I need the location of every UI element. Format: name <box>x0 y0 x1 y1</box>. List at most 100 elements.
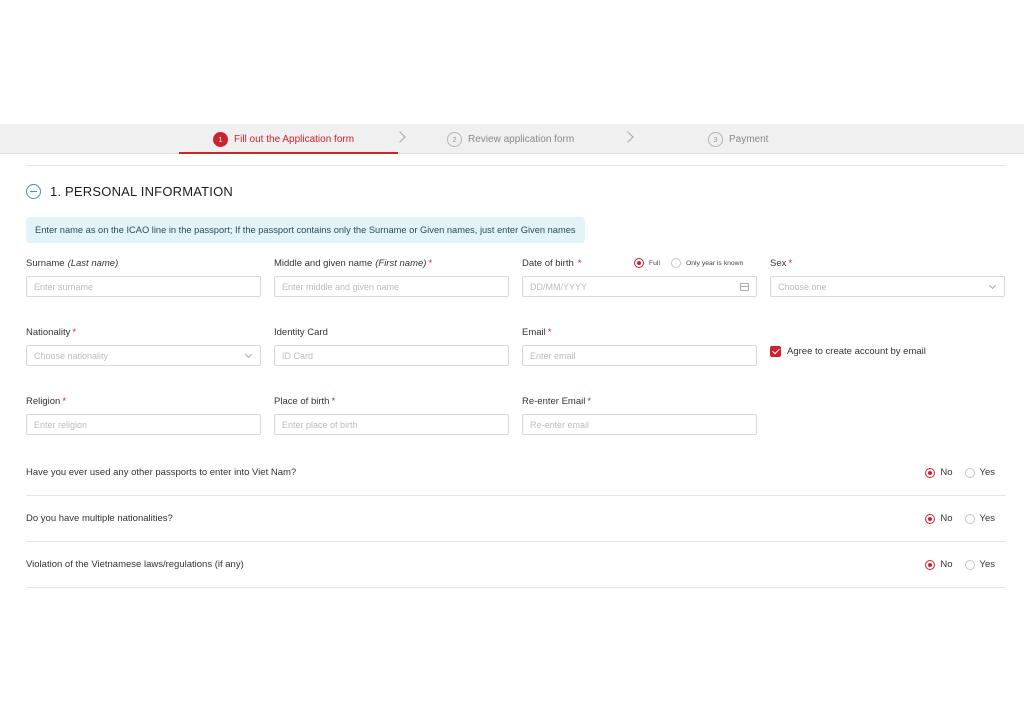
minus-circle-icon[interactable] <box>26 184 41 199</box>
question-text: Violation of the Vietnamese laws/regulat… <box>26 559 244 570</box>
question-law-violation: Violation of the Vietnamese laws/regulat… <box>26 542 1006 588</box>
email-label: Email * <box>522 325 757 339</box>
yes-radio[interactable]: Yes <box>964 467 996 478</box>
yes-radio[interactable]: Yes <box>964 559 996 570</box>
nationality-select[interactable]: Choose nationality <box>26 345 261 366</box>
step-payment[interactable]: 3 Payment <box>708 124 768 154</box>
identity-card-label: Identity Card <box>274 325 509 339</box>
place-of-birth-label: Place of birth * <box>274 394 509 408</box>
question-text: Have you ever used any other passports t… <box>26 467 297 478</box>
stepper: 1 Fill out the Application form 2 Review… <box>0 124 1024 154</box>
chevron-down-icon <box>244 350 253 358</box>
radio-icon <box>964 467 975 478</box>
agree-create-account-checkbox[interactable]: Agree to create account by email <box>770 346 926 357</box>
religion-label: Religion * <box>26 394 261 408</box>
no-radio[interactable]: No <box>925 513 953 524</box>
date-of-birth-input[interactable]: DD/MM/YYYY <box>522 276 757 297</box>
radio-icon <box>925 467 936 478</box>
placeholder: Enter religion <box>34 419 88 430</box>
label-text: Middle and given name <box>274 257 373 269</box>
required-marker: * <box>62 395 67 407</box>
identity-card-input[interactable]: ID Card <box>274 345 509 366</box>
religion-input[interactable]: Enter religion <box>26 414 261 435</box>
question-multiple-nationalities: Do you have multiple nationalities? No Y… <box>26 496 1006 542</box>
nationality-field: Nationality * Choose nationality <box>26 325 261 366</box>
section-title: 1. PERSONAL INFORMATION <box>50 184 234 199</box>
option-label: No <box>940 467 953 478</box>
placeholder: Choose one <box>778 281 827 292</box>
required-marker: * <box>788 257 793 269</box>
info-notice: Enter name as on the ICAO line in the pa… <box>26 217 585 243</box>
label-text: Identity Card <box>274 326 328 338</box>
no-radio[interactable]: No <box>925 467 953 478</box>
radio-icon <box>634 258 644 268</box>
option-label: Full <box>649 259 660 267</box>
checkbox-checked-icon <box>770 346 781 357</box>
chevron-right-icon <box>622 131 634 143</box>
placeholder: Enter email <box>530 350 576 361</box>
label-text: Religion <box>26 395 61 407</box>
option-label: No <box>940 513 953 524</box>
question-other-passports: Have you ever used any other passports t… <box>26 450 1006 496</box>
step-review[interactable]: 2 Review application form <box>447 124 574 154</box>
sex-label: Sex * <box>770 256 1005 270</box>
given-name-input[interactable]: Enter middle and given name <box>274 276 509 297</box>
option-label: Only year is known <box>685 259 744 267</box>
surname-input[interactable]: Enter surname <box>26 276 261 297</box>
reenter-email-field: Re-enter Email * Re-enter email <box>522 394 757 435</box>
step-label: Fill out the Application form <box>234 133 355 145</box>
step-number: 1 <box>213 131 228 147</box>
email-input[interactable]: Enter email <box>522 345 757 366</box>
placeholder: Enter surname <box>34 281 94 292</box>
date-of-birth-field: Date of birth * Full Only year is known D… <box>522 256 757 297</box>
radio-icon <box>964 513 975 524</box>
chevron-down-icon <box>988 281 997 289</box>
option-label: Yes <box>979 513 996 524</box>
reenter-email-input[interactable]: Re-enter email <box>522 414 757 435</box>
question-text: Do you have multiple nationalities? <box>26 513 173 524</box>
option-label: No <box>940 559 953 570</box>
label-text: Place of birth <box>274 395 330 407</box>
checkbox-label: Agree to create account by email <box>787 346 926 357</box>
surname-label: Surname (Last name) <box>26 256 261 270</box>
active-step-indicator <box>179 152 398 154</box>
radio-icon <box>925 513 936 524</box>
required-marker: * <box>72 326 77 338</box>
required-marker: * <box>428 257 433 269</box>
question-options: No Yes <box>913 559 1006 570</box>
religion-field: Religion * Enter religion <box>26 394 261 435</box>
yes-radio[interactable]: Yes <box>964 513 996 524</box>
surname-field: Surname (Last name) Enter surname <box>26 256 261 297</box>
label-text: Re-enter Email <box>522 395 586 407</box>
sex-select[interactable]: Choose one <box>770 276 1005 297</box>
required-marker: * <box>577 257 582 269</box>
reenter-email-label: Re-enter Email * <box>522 394 757 408</box>
placeholder: ID Card <box>282 350 314 361</box>
dob-type-options: Full Only year is known <box>634 256 754 270</box>
step-number: 3 <box>708 131 723 147</box>
identity-card-field: Identity Card ID Card <box>274 325 509 366</box>
question-options: No Yes <box>913 467 1006 478</box>
place-of-birth-input[interactable]: Enter place of birth <box>274 414 509 435</box>
nationality-label: Nationality * <box>26 325 261 339</box>
placeholder: Enter middle and given name <box>282 281 400 292</box>
label-text: Sex <box>770 257 787 269</box>
option-label: Yes <box>979 467 996 478</box>
dob-full-radio[interactable]: Full <box>634 258 660 268</box>
place-of-birth-field: Place of birth * Enter place of birth <box>274 394 509 435</box>
step-label: Payment <box>729 133 769 145</box>
radio-icon <box>964 559 975 570</box>
label-text: Date of birth <box>522 257 574 269</box>
given-name-field: Middle and given name (First name) * Enter… <box>274 256 509 297</box>
calendar-icon[interactable] <box>740 282 749 291</box>
divider <box>26 165 1006 166</box>
required-marker: * <box>331 395 336 407</box>
chevron-right-icon <box>394 131 406 143</box>
given-name-label: Middle and given name (First name) * <box>274 256 509 270</box>
option-label: Yes <box>979 559 996 570</box>
no-radio[interactable]: No <box>925 559 953 570</box>
dob-year-only-radio[interactable]: Only year is known <box>670 258 744 268</box>
radio-icon <box>670 258 681 268</box>
step-fill-form[interactable]: 1 Fill out the Application form <box>213 124 354 154</box>
label-text: Email <box>522 326 546 338</box>
